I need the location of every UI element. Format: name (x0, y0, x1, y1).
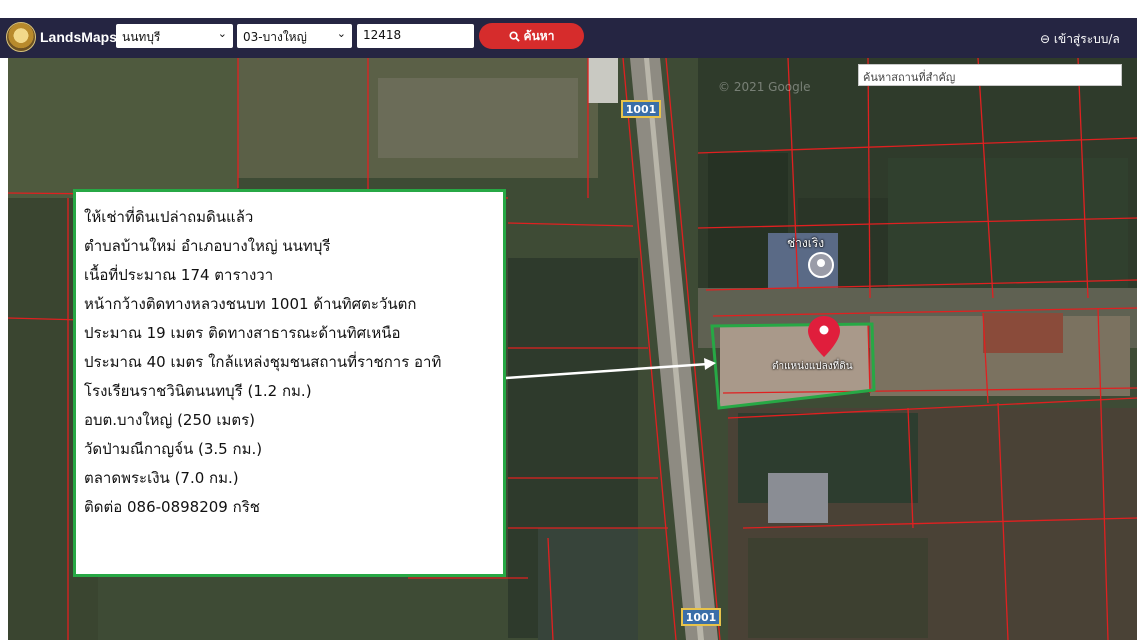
imagery-credit: © 2021 Google (718, 80, 811, 94)
listing-info-box: ให้เช่าที่ดินเปล่าถมดินแล้ว ตำบลบ้านใหม่… (73, 189, 506, 577)
poi-search-input[interactable]: ค้นหาสถานที่สำคัญ (858, 64, 1122, 86)
listing-line: หน้ากว้างติดทางหลวงชนบท 1001 ด้านทิศตะวั… (84, 295, 417, 313)
parcel-number-value: 12418 (363, 28, 402, 42)
listing-line: เนื้อที่ประมาณ 174 ตารางวา (84, 266, 274, 284)
listing-line: ตลาดพระเงิน (7.0 กม.) (84, 469, 239, 487)
listing-line: ประมาณ 19 เมตร ติดทางสาธารณะด้านทิศเหนือ (84, 324, 401, 342)
listing-line: วัดป่ามณีกาญจ์น (3.5 กม.) (84, 440, 263, 458)
poi-search-placeholder: ค้นหาสถานที่สำคัญ (863, 71, 956, 84)
listing-line: ประมาณ 40 เมตร ใกล้แหล่งชุมชนสถานที่ราชก… (84, 353, 442, 371)
listing-line: ติดต่อ 086-0898209 กริช (84, 498, 260, 516)
place-marker-icon (808, 252, 834, 278)
province-select[interactable]: นนทบุรี ⌄ (116, 24, 233, 48)
route-shield-bottom: 1001 (681, 608, 721, 626)
login-label: เข้าสู่ระบบ/ล (1053, 32, 1120, 46)
listing-line: อบต.บางใหญ่ (250 เมตร) (84, 411, 255, 429)
login-link[interactable]: ⊖ เข้าสู่ระบบ/ล (1040, 30, 1120, 49)
search-icon (509, 30, 520, 42)
parcel-number-input[interactable]: 12418 (357, 24, 474, 48)
listing-line: ตำบลบ้านใหม่ อำเภอบางใหญ่ นนทบุรี (84, 237, 331, 255)
plot-label: ตำแหน่งแปลงที่ดิน (772, 361, 853, 372)
landsmaps-logo-icon[interactable] (6, 22, 36, 52)
chevron-down-icon: ⌄ (217, 27, 227, 40)
chevron-down-icon: ⌄ (336, 27, 346, 40)
province-select-value: นนทบุรี (122, 30, 161, 44)
route-shield-top: 1001 (621, 100, 661, 118)
lock-icon: ⊖ (1040, 32, 1051, 46)
search-button-label: ค้นหา (523, 28, 555, 43)
district-select[interactable]: 03-บางใหญ่ ⌄ (237, 24, 352, 48)
district-select-value: 03-บางใหญ่ (243, 30, 307, 44)
top-navbar: LandsMaps นนทบุรี ⌄ 03-บางใหญ่ ⌄ 12418 ค… (0, 18, 1137, 58)
search-button[interactable]: ค้นหา (479, 23, 584, 49)
listing-line: โรงเรียนราชวินิตนนทบุรี (1.2 กม.) (84, 382, 312, 400)
brand-title[interactable]: LandsMaps (40, 29, 117, 45)
place-label[interactable]: ช่างเริง (787, 234, 824, 253)
listing-line: ให้เช่าที่ดินเปล่าถมดินแล้ว (84, 208, 254, 226)
